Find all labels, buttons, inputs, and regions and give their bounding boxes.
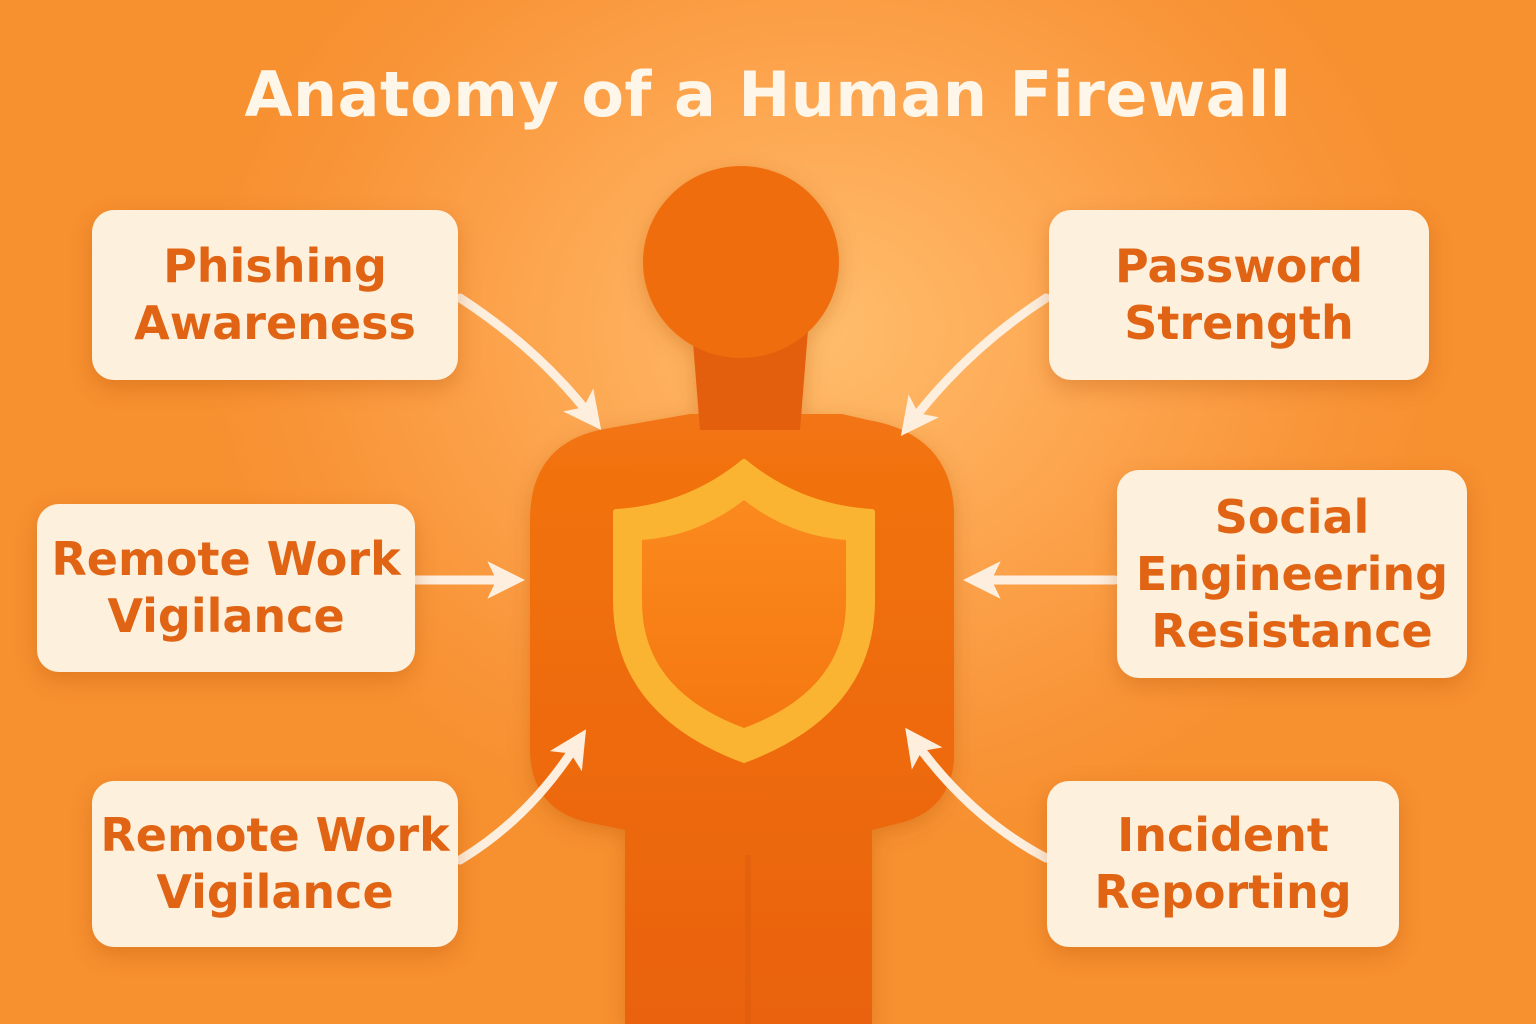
card-label-line: Phishing bbox=[163, 239, 387, 293]
card-label-line: Awareness bbox=[134, 296, 416, 350]
arrow-icon bbox=[900, 293, 1051, 437]
card-label-line: Vigilance bbox=[156, 865, 394, 919]
card-label-line: Engineering bbox=[1135, 546, 1449, 601]
card-label-line: Vigilance bbox=[107, 589, 345, 643]
card-incident-reporting: Incident Reporting bbox=[1047, 781, 1399, 947]
card-phishing-awareness: Phishing Awareness bbox=[92, 210, 458, 380]
card-label-line: Incident bbox=[1117, 808, 1329, 862]
card-password-strength: Password Strength bbox=[1049, 210, 1429, 380]
card-label-line: Reporting bbox=[1094, 865, 1352, 919]
card-label-line: Social bbox=[1214, 489, 1370, 544]
card-label-line: Remote Work bbox=[100, 808, 450, 862]
card-label-line: Strength bbox=[1124, 296, 1354, 350]
card-social-engineering-resistance: Social Engineering Resistance bbox=[1117, 470, 1467, 678]
card-remote-work-vigilance: Remote Work Vigilance bbox=[37, 504, 415, 672]
card-remote-work-vigilance-2: Remote Work Vigilance bbox=[92, 781, 458, 947]
card-label-line: Password bbox=[1115, 239, 1363, 293]
card-label-line: Remote Work bbox=[51, 532, 401, 586]
arrow-icon bbox=[455, 293, 602, 431]
card-label-line: Resistance bbox=[1151, 603, 1433, 658]
